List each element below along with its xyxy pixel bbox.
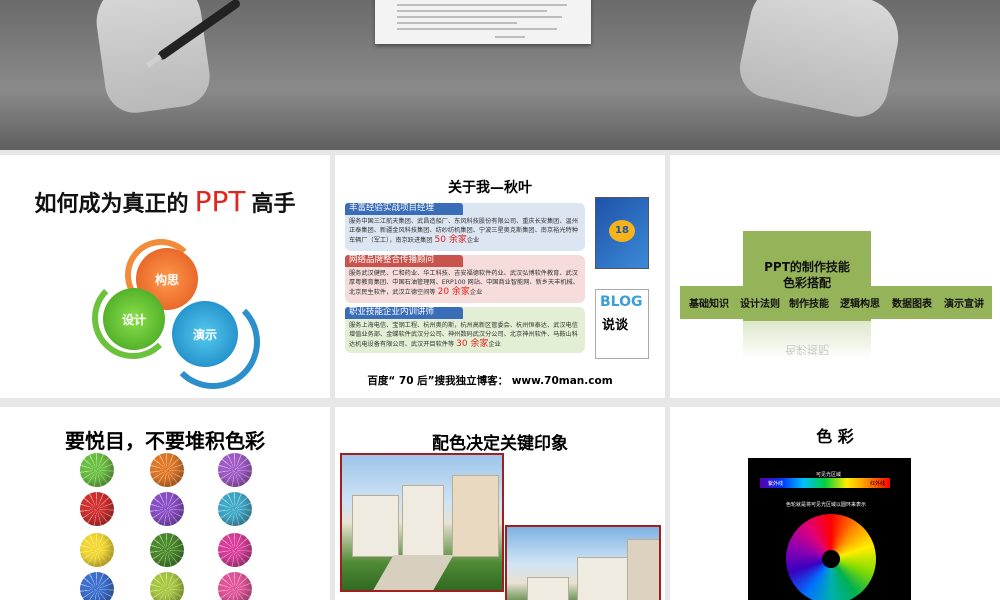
color-ball-icon <box>218 453 252 487</box>
slide-thumbnail-1[interactable]: 如何成为真正的 PPT 高手 构思 设计 演示 <box>0 155 330 398</box>
wheel-caption: 色轮就是将可见光区域以圆环来表示 <box>786 502 867 508</box>
skill-bar: 演示宣讲 <box>936 286 992 319</box>
color-ball-icon <box>218 492 252 526</box>
color-wheel <box>786 514 876 600</box>
slide-title: 配色决定关键印象 <box>432 434 568 454</box>
slide-thumbnail-5[interactable]: 配色决定关键印象 <box>335 407 665 600</box>
color-ball-icon <box>150 453 184 487</box>
slide-title: 如何成为真正的 PPT 高手 <box>34 185 296 218</box>
blog-link[interactable]: www.70man.com <box>512 375 613 387</box>
experience-box: 网络品牌整合传播顾问 服务武汉健民、仁和药业、华工科技、吉安福德软件药业、武汉弘… <box>345 255 585 303</box>
color-ball-icon <box>80 533 114 567</box>
section-heading: 网络品牌整合传播顾问 <box>345 255 463 267</box>
book-cover-image: BLOG 说谈 <box>595 289 649 359</box>
section-heading: 职业技能企业内训讲师 <box>345 307 463 319</box>
slide-thumbnail-3[interactable]: 基础知识 设计法则 制作技能 逻辑构思 数据图表 演示宣讲 PPT的制作技能 色彩… <box>670 155 1000 398</box>
color-ball-icon <box>150 492 184 526</box>
slide-title: PPT的制作技能 色彩搭配 <box>764 260 850 290</box>
color-ball-icon <box>80 453 114 487</box>
color-ball-icon <box>150 572 184 600</box>
color-ball-icon <box>80 492 114 526</box>
hero-photo <box>0 0 1000 150</box>
skill-bar: 基础知识 <box>680 286 738 319</box>
book-cover-image: 18 <box>595 197 649 269</box>
color-ball-icon <box>150 533 184 567</box>
gear-label: 演示 <box>192 327 217 342</box>
slide-title: 色 彩 <box>816 427 854 446</box>
reflection-text: 色彩搭配 <box>785 343 829 356</box>
color-ball-icon <box>80 572 114 600</box>
uv-label: 紫外线 <box>768 481 784 487</box>
color-ball-icon <box>218 533 252 567</box>
slide-thumbnail-4[interactable]: 要悦目，不要堆积色彩 <box>0 407 330 600</box>
slide-thumbnail-2[interactable]: 关于我—秋叶 丰富经验实战项目经理 服务中国三江航天集团、武昌造船厂、东风科技股… <box>335 155 665 398</box>
section-heading: 丰富经验实战项目经理 <box>345 203 463 215</box>
building-photo <box>505 525 661 600</box>
gear-label: 构思 <box>154 272 179 287</box>
experience-box: 丰富经验实战项目经理 服务中国三江航天集团、武昌造船厂、东风科技股份有限公司、重… <box>345 203 585 251</box>
slide-title: 关于我—秋叶 <box>448 180 532 196</box>
skill-bar: 数据图表 <box>886 286 938 319</box>
gear-label: 设计 <box>121 312 146 327</box>
blog-footer: 百度“ 70 后”搜我独立博客： www.70man.com <box>367 375 613 387</box>
building-photo <box>340 453 504 592</box>
slide-title: 要悦目，不要堆积色彩 <box>65 429 265 453</box>
spectrum-label: 可见光区域 <box>816 472 842 478</box>
experience-box: 职业技能企业内训讲师 服务上海电信、宝钢工程、杭州奥的斯，杭州高新区管委会、杭州… <box>345 307 585 353</box>
color-ball-icon <box>218 572 252 600</box>
gear-icon: 设计 <box>103 288 165 350</box>
document-image <box>375 0 591 44</box>
gear-icon: 演示 <box>172 301 238 367</box>
color-wheel-image: 可见光区域 紫外线 红外线 色轮就是将可见光区域以圆环来表示 <box>748 458 911 600</box>
right-hand-image <box>734 0 906 123</box>
slide-thumbnail-6[interactable]: 色 彩 可见光区域 紫外线 红外线 色轮就是将可见光区域以圆环来表示 <box>670 407 1000 600</box>
ir-label: 红外线 <box>870 481 886 487</box>
